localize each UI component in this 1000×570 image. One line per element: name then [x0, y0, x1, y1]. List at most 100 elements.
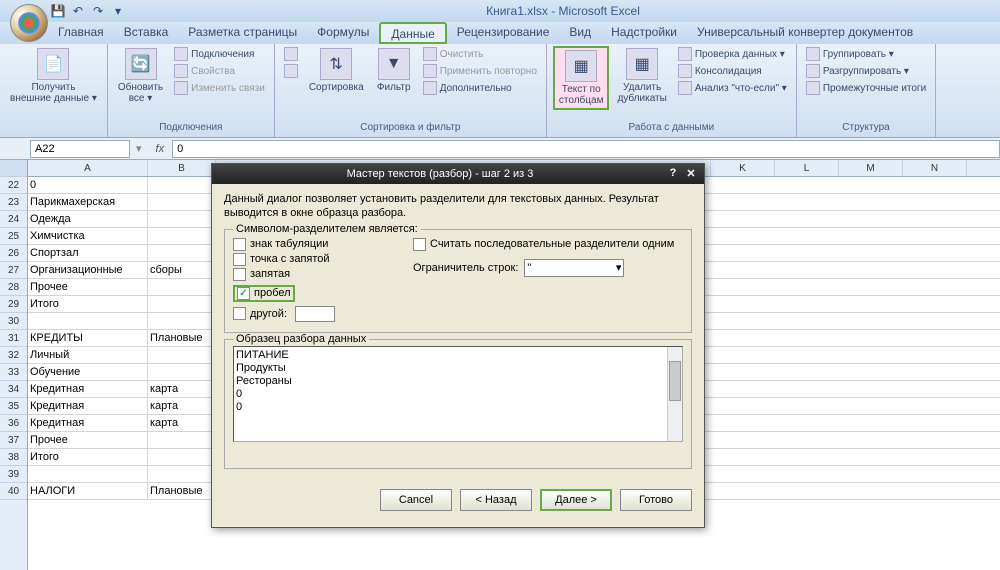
other-checkbox-row[interactable]: другой:	[233, 306, 393, 322]
cell[interactable]: НАЛОГИ	[28, 483, 148, 499]
cell[interactable]	[148, 364, 216, 380]
cell[interactable]: Организационные	[28, 262, 148, 278]
cell[interactable]	[148, 279, 216, 295]
edit-links-button[interactable]: Изменить связи	[171, 80, 268, 96]
cell[interactable]	[148, 313, 216, 329]
fx-icon[interactable]: fx	[148, 143, 173, 155]
cell[interactable]: Итого	[28, 449, 148, 465]
consecutive-checkbox-row[interactable]: Считать последовательные разделители одн…	[413, 238, 683, 251]
col-header-M[interactable]: M	[839, 160, 903, 176]
cell[interactable]	[28, 466, 148, 482]
filter-button[interactable]: ▼ Фильтр	[372, 46, 416, 95]
cell[interactable]	[148, 449, 216, 465]
cell[interactable]: Прочее	[28, 432, 148, 448]
close-icon[interactable]: ✕	[682, 167, 700, 181]
cell[interactable]: Химчистка	[28, 228, 148, 244]
row-header[interactable]: 35	[0, 398, 27, 415]
cell[interactable]: Кредитная	[28, 415, 148, 431]
row-header[interactable]: 22	[0, 177, 27, 194]
cell[interactable]: Обучение	[28, 364, 148, 380]
cell[interactable]	[148, 177, 216, 193]
qat-dropdown-icon[interactable]: ▾	[110, 3, 126, 19]
col-header-L[interactable]: L	[775, 160, 839, 176]
row-header[interactable]: 29	[0, 296, 27, 313]
row-header[interactable]: 40	[0, 483, 27, 500]
cell[interactable]	[148, 347, 216, 363]
col-header-K[interactable]: K	[711, 160, 775, 176]
row-header[interactable]: 30	[0, 313, 27, 330]
cell[interactable]: Прочее	[28, 279, 148, 295]
cell[interactable]	[148, 432, 216, 448]
save-icon[interactable]: 💾	[50, 3, 66, 19]
formula-input[interactable]: 0	[172, 140, 1000, 158]
cell[interactable]: карта	[148, 381, 216, 397]
tab-insert[interactable]: Вставка	[114, 22, 179, 44]
cell[interactable]	[148, 296, 216, 312]
tab-data[interactable]: Данные	[379, 22, 446, 44]
ungroup-button[interactable]: Разгруппировать ▾	[803, 63, 929, 79]
back-button[interactable]: < Назад	[460, 489, 532, 511]
undo-icon[interactable]: ↶	[70, 3, 86, 19]
cell[interactable]: карта	[148, 398, 216, 414]
tab-review[interactable]: Рецензирование	[447, 22, 560, 44]
cell[interactable]	[28, 313, 148, 329]
select-all[interactable]	[0, 160, 27, 177]
sort-za-button[interactable]	[281, 63, 301, 79]
cell[interactable]	[148, 245, 216, 261]
connections-button[interactable]: Подключения	[171, 46, 268, 62]
whatif-button[interactable]: Анализ "что-если" ▾	[675, 80, 790, 96]
preview-scrollbar[interactable]	[667, 347, 682, 441]
cell[interactable]: 0	[28, 177, 148, 193]
qualifier-select[interactable]: "▾	[524, 259, 624, 277]
subtotal-button[interactable]: Промежуточные итоги	[803, 80, 929, 96]
redo-icon[interactable]: ↷	[90, 3, 106, 19]
sort-button[interactable]: ⇅ Сортировка	[305, 46, 368, 95]
row-header[interactable]: 33	[0, 364, 27, 381]
semicolon-checkbox[interactable]	[233, 253, 246, 266]
row-header[interactable]: 24	[0, 211, 27, 228]
tab-formulas[interactable]: Формулы	[307, 22, 379, 44]
space-checkbox[interactable]	[237, 287, 250, 300]
col-header-N[interactable]: N	[903, 160, 967, 176]
row-header[interactable]: 39	[0, 466, 27, 483]
sort-az-button[interactable]	[281, 46, 301, 62]
cell[interactable]: Кредитная	[28, 381, 148, 397]
cell[interactable]: Кредитная	[28, 398, 148, 414]
cancel-button[interactable]: Cancel	[380, 489, 452, 511]
row-header[interactable]: 34	[0, 381, 27, 398]
row-header[interactable]: 23	[0, 194, 27, 211]
refresh-all-button[interactable]: 🔄 Обновитьвсе ▾	[114, 46, 167, 106]
reapply-button[interactable]: Применить повторно	[420, 63, 540, 79]
properties-button[interactable]: Свойства	[171, 63, 268, 79]
help-icon[interactable]: ?	[664, 167, 682, 181]
cell[interactable]: КРЕДИТЫ	[28, 330, 148, 346]
consolidate-button[interactable]: Консолидация	[675, 63, 790, 79]
remove-duplicates-button[interactable]: ▦ Удалитьдубликаты	[613, 46, 670, 106]
comma-checkbox-row[interactable]: запятая	[233, 268, 393, 281]
row-header[interactable]: 32	[0, 347, 27, 364]
tab-checkbox-row[interactable]: знак табуляции	[233, 238, 393, 251]
cell[interactable]: Одежда	[28, 211, 148, 227]
cell[interactable]: Итого	[28, 296, 148, 312]
cell[interactable]: Плановые	[148, 483, 216, 499]
name-box[interactable]: A22	[30, 140, 130, 158]
next-button[interactable]: Далее >	[540, 489, 612, 511]
cell[interactable]	[148, 194, 216, 210]
text-to-columns-button[interactable]: ▦ Текст постолбцам	[553, 46, 610, 110]
row-header[interactable]: 31	[0, 330, 27, 347]
cell[interactable]: карта	[148, 415, 216, 431]
consecutive-checkbox[interactable]	[413, 238, 426, 251]
cell[interactable]	[148, 466, 216, 482]
row-header[interactable]: 38	[0, 449, 27, 466]
group-button[interactable]: Группировать ▾	[803, 46, 929, 62]
dialog-titlebar[interactable]: Мастер текстов (разбор) - шаг 2 из 3 ? ✕	[212, 164, 704, 184]
tab-checkbox[interactable]	[233, 238, 246, 251]
comma-checkbox[interactable]	[233, 268, 246, 281]
advanced-filter-button[interactable]: Дополнительно	[420, 80, 540, 96]
row-header[interactable]: 28	[0, 279, 27, 296]
col-header-B[interactable]: B	[148, 160, 216, 176]
cell[interactable]: Парикмахерская	[28, 194, 148, 210]
row-header[interactable]: 36	[0, 415, 27, 432]
office-button[interactable]	[10, 4, 48, 42]
finish-button[interactable]: Готово	[620, 489, 692, 511]
